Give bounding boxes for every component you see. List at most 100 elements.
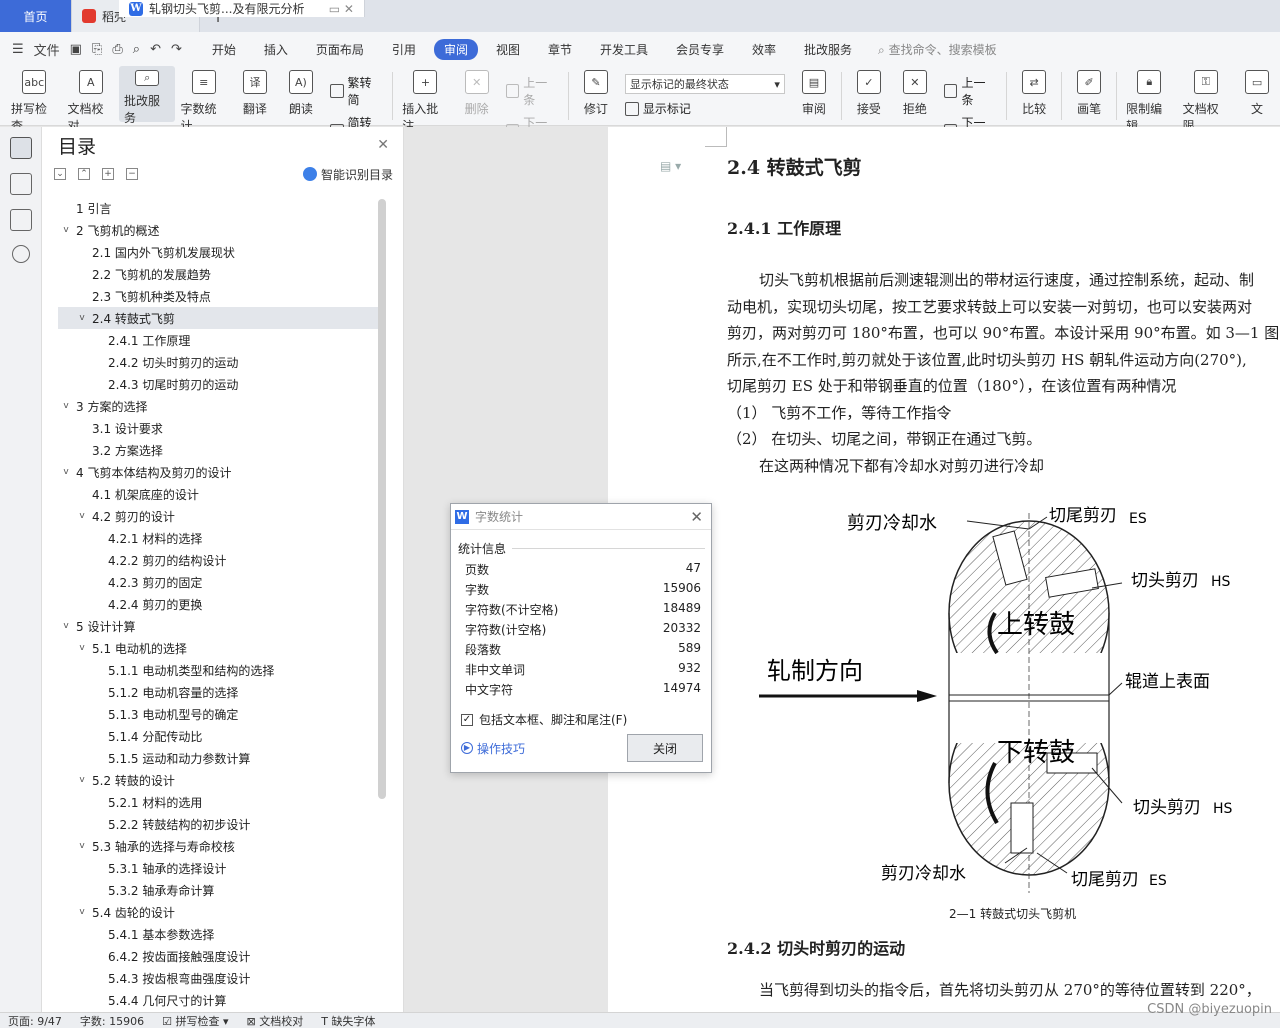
menu-review[interactable]: 审阅: [433, 38, 478, 60]
status-page[interactable]: 页面: 9/47: [8, 1013, 62, 1028]
close-icon[interactable]: ✕: [690, 508, 703, 526]
menu-reference[interactable]: 引用: [382, 39, 426, 60]
save-icon[interactable]: ▣: [70, 42, 82, 57]
menu-view[interactable]: 视图: [486, 39, 530, 60]
toc-item[interactable]: v 3 方案的选择: [58, 395, 378, 417]
read-aloud-button[interactable]: A) 朗读: [278, 66, 324, 117]
correct-service-button[interactable]: ⌕ 批改服务: [118, 66, 176, 125]
menu-start[interactable]: 开始: [202, 39, 246, 60]
status-doc-check[interactable]: ⊠ 文档校对: [247, 1013, 304, 1028]
undo-icon[interactable]: ↶: [150, 42, 161, 57]
toc-item[interactable]: 3.1 设计要求: [58, 417, 378, 439]
prev-comment-button[interactable]: 上一条: [505, 74, 558, 108]
include-textbox-checkbox[interactable]: ✓ 包括文本框、脚注和尾注(F): [461, 711, 711, 728]
toc-item[interactable]: 5.4.3 按齿根弯曲强度设计: [58, 967, 378, 989]
toc-item[interactable]: 5.2.1 材料的选用: [58, 791, 378, 813]
menu-insert[interactable]: 插入: [254, 39, 298, 60]
toc-item[interactable]: 5.1.3 电动机型号的确定: [58, 703, 378, 725]
toc-item[interactable]: v 5.4 齿轮的设计: [58, 901, 378, 923]
hamburger-icon[interactable]: ☰: [12, 42, 24, 57]
close-icon[interactable]: ✕: [377, 137, 389, 153]
toc-item[interactable]: v 5.1 电动机的选择: [58, 637, 378, 659]
add-heading-icon[interactable]: +: [102, 168, 114, 180]
translate-button[interactable]: 译翻译: [232, 66, 278, 117]
status-words[interactable]: 字数: 15906: [80, 1013, 144, 1028]
toc-item[interactable]: 5.4.1 基本参数选择: [58, 923, 378, 945]
menu-correct-service[interactable]: 批改服务: [794, 39, 862, 60]
toc-item[interactable]: 2.2 飞剪机的发展趋势: [58, 263, 378, 285]
doc-permission-button[interactable]: ⚿ 文档权限: [1178, 66, 1234, 134]
toc-item[interactable]: 5.1.2 电动机容量的选择: [58, 681, 378, 703]
toc-item[interactable]: 5.1.5 运动和动力参数计算: [58, 747, 378, 769]
export-icon[interactable]: ⎘: [92, 42, 102, 57]
toc-item[interactable]: v 5 设计计算: [58, 615, 378, 637]
tab-close-icon[interactable]: ▭ ✕: [329, 2, 354, 16]
chevron-down-icon[interactable]: v: [60, 225, 72, 235]
toc-item[interactable]: v 4.2 剪刃的设计: [58, 505, 378, 527]
command-search[interactable]: ⌕ 查找命令、搜索模板: [878, 41, 997, 58]
collapse-all-icon[interactable]: ⌃: [78, 168, 90, 180]
toc-item[interactable]: 4.1 机架底座的设计: [58, 483, 378, 505]
chevron-down-icon[interactable]: v: [76, 907, 88, 917]
file-menu[interactable]: 文件: [34, 40, 60, 59]
compare-button[interactable]: ⇄ 比较: [1011, 66, 1057, 117]
toc-item[interactable]: 3.2 方案选择: [58, 439, 378, 461]
toc-item[interactable]: v 4 飞剪本体结构及剪刃的设计: [58, 461, 378, 483]
chapter-nav-icon[interactable]: [9, 173, 32, 195]
preview-icon[interactable]: ⌕: [133, 42, 140, 57]
review-pane-button[interactable]: ▤ 审阅: [791, 66, 837, 117]
doc-more-button[interactable]: ▭ 文: [1234, 66, 1280, 117]
menu-member[interactable]: 会员专享: [666, 39, 734, 60]
doc-check-button[interactable]: A 文档校对: [62, 66, 118, 134]
spell-check-button[interactable]: abc 拼写检查: [6, 66, 62, 134]
toc-item[interactable]: 5.1.1 电动机类型和结构的选择: [58, 659, 378, 681]
print-icon[interactable]: ⎙: [112, 42, 122, 57]
delete-comment-button[interactable]: ✕ 删除: [454, 66, 500, 117]
restrict-edit-button[interactable]: 🔒︎ 限制编辑: [1121, 66, 1177, 134]
toc-item[interactable]: 2.4.2 切头时剪刃的运动: [58, 351, 378, 373]
insert-comment-button[interactable]: + 插入批注: [397, 66, 453, 134]
close-button[interactable]: 关闭: [627, 734, 703, 762]
toc-item[interactable]: 4.2.1 材料的选择: [58, 527, 378, 549]
toc-item[interactable]: v 2.4 转鼓式飞剪: [58, 307, 378, 329]
reject-button[interactable]: ✕ 拒绝: [892, 66, 938, 117]
toc-nav-icon[interactable]: [9, 137, 32, 159]
toc-item[interactable]: v 5.2 转鼓的设计: [58, 769, 378, 791]
tab-document[interactable]: W 轧钢切头飞剪...及有限元分析 ▭ ✕: [119, 0, 365, 17]
toc-item[interactable]: 5.4.4 几何尺寸的计算: [58, 989, 378, 1011]
tips-link[interactable]: ▶ 操作技巧: [461, 740, 525, 757]
toc-item[interactable]: 2.1 国内外飞剪机发展现状: [58, 241, 378, 263]
bookmark-icon[interactable]: [9, 209, 32, 231]
chevron-down-icon[interactable]: v: [76, 313, 88, 323]
toc-item[interactable]: 6.4.2 按齿面接触强度设计: [58, 945, 378, 967]
trad-to-simp-button[interactable]: 繁转简: [329, 74, 382, 108]
toc-item[interactable]: 5.1.4 分配传动比: [58, 725, 378, 747]
chevron-down-icon[interactable]: v: [76, 511, 88, 521]
toc-item[interactable]: 5.2.2 转鼓结构的初步设计: [58, 813, 378, 835]
menu-layout[interactable]: 页面布局: [306, 39, 374, 60]
toc-scrollbar[interactable]: [378, 199, 386, 799]
menu-chapter[interactable]: 章节: [538, 39, 582, 60]
status-spell-check[interactable]: ☑ 拼写检查 ▾: [162, 1013, 228, 1028]
dialog-titlebar[interactable]: W 字数统计 ✕: [451, 504, 711, 530]
menu-dev-tools[interactable]: 开发工具: [590, 39, 658, 60]
markup-state-select[interactable]: 显示标记的最终状态 ▾: [624, 74, 785, 94]
revise-button[interactable]: ✎ 修订: [573, 66, 619, 117]
chevron-down-icon[interactable]: v: [60, 401, 72, 411]
toc-item[interactable]: v 5.3 轴承的选择与寿命校核: [58, 835, 378, 857]
redo-icon[interactable]: ↷: [171, 42, 182, 57]
toc-item[interactable]: 2.4.3 切尾时剪刃的运动: [58, 373, 378, 395]
status-missing-font[interactable]: T 缺失字体: [321, 1013, 375, 1028]
toc-item[interactable]: 4.2.4 剪刃的更换: [58, 593, 378, 615]
toc-item[interactable]: 2.4.1 工作原理: [58, 329, 378, 351]
pen-button[interactable]: ✐ 画笔: [1066, 66, 1112, 117]
chevron-down-icon[interactable]: v: [76, 643, 88, 653]
chevron-down-icon[interactable]: v: [76, 775, 88, 785]
accept-button[interactable]: ✓ 接受: [846, 66, 892, 117]
chevron-down-icon[interactable]: v: [76, 841, 88, 851]
smart-toc-button[interactable]: 智能识别目录: [302, 166, 393, 183]
toc-item[interactable]: 5.3.2 轴承寿命计算: [58, 879, 378, 901]
word-count-button[interactable]: ≡ 字数统计: [175, 66, 231, 134]
doc-outline-icon[interactable]: ▤ ▾: [660, 159, 681, 173]
expand-all-icon[interactable]: ⌄: [54, 168, 66, 180]
